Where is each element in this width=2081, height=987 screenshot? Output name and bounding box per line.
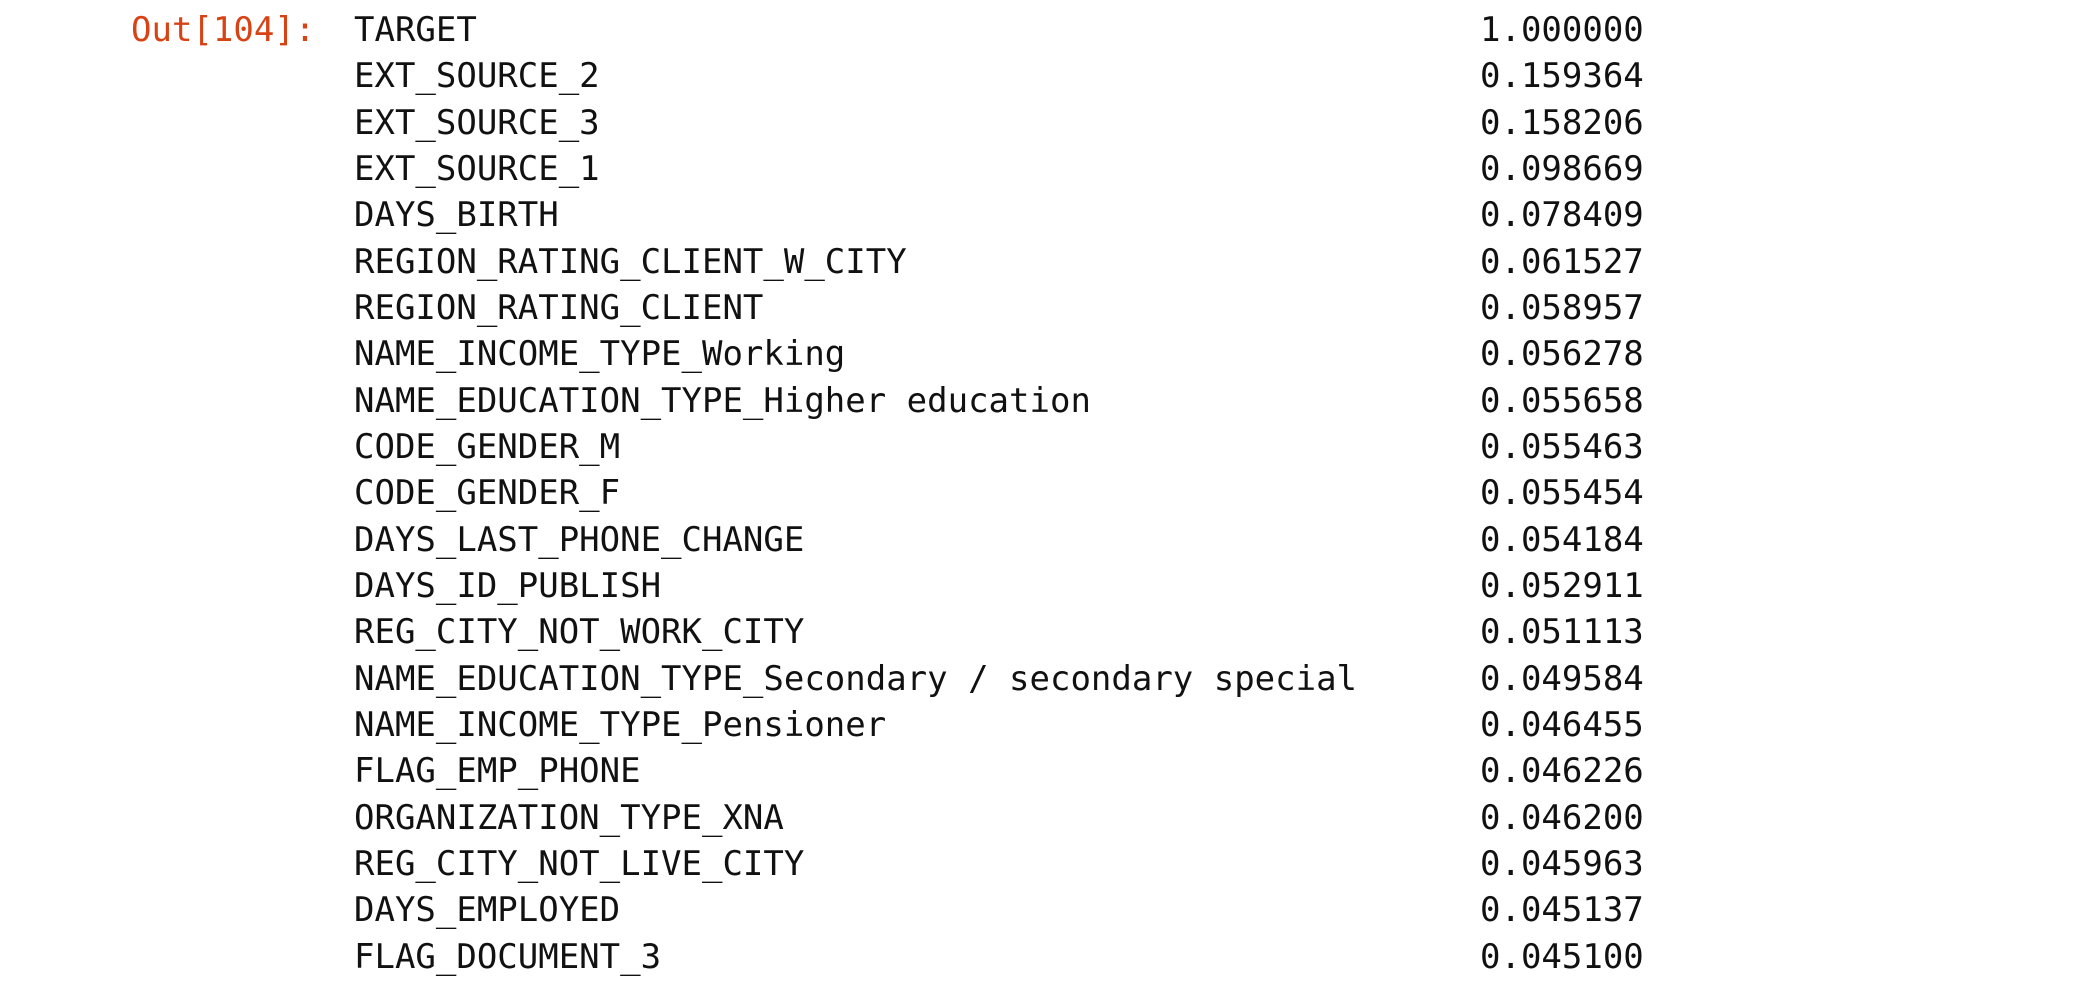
row-label: FLAG_DOCUMENT_3 (354, 936, 662, 977)
output-prompt: Out[104]: (131, 10, 316, 50)
row-value: 0.045100 (1480, 936, 1644, 977)
notebook-output-cell: Out[104]: TARGET 1.000000 EXT_SOURCE_2 0.15… (0, 0, 2081, 982)
